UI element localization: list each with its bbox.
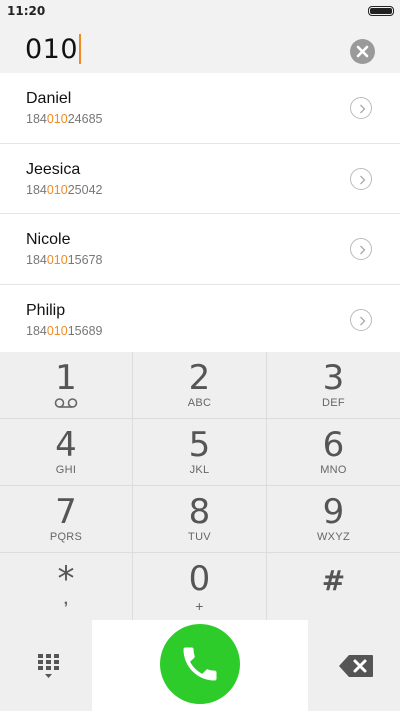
phone-icon [183,647,217,681]
number-match: 010 [46,112,68,126]
dialpad-toggle-button[interactable] [0,620,92,711]
key-star[interactable]: * , [0,553,133,620]
contact-name: Nicole [26,231,71,248]
key-digit: # [321,564,346,597]
chevron-right-circle-icon[interactable] [350,167,372,190]
dialpad-grid-icon [38,654,59,678]
key-letters: TUV [188,531,211,543]
number-match: 010 [46,182,68,197]
chevron-right-circle-icon[interactable] [350,97,372,119]
key-9[interactable]: 9 WXYZ [267,486,400,553]
key-4[interactable]: 4 GHI [0,419,133,486]
battery-icon [368,6,394,16]
contact-number: 18401025042 [26,183,102,197]
key-2[interactable]: 2 ABC [133,352,267,419]
key-digit: 6 [322,425,345,465]
key-8[interactable]: 8 TUV [133,486,267,553]
bottom-action-bar [0,620,400,711]
key-letters: GHI [55,464,77,476]
key-hash[interactable]: # [267,553,400,620]
key-digit: 1 [55,358,77,398]
list-item[interactable]: Daniel 18401024685 [0,73,400,144]
dial-number-value: 010 [25,34,79,65]
number-start: 184 [26,182,47,197]
key-letters: PQRS [49,531,83,543]
key-1[interactable]: 1 [0,352,133,419]
key-letters: , [63,591,69,608]
dial-number-field[interactable]: 010 [25,34,81,65]
key-letters: + [195,598,204,614]
list-item[interactable]: Philip 18401015689 [0,284,400,355]
backspace-button[interactable] [308,620,400,711]
key-letters: DEF [322,397,345,409]
key-digit: 4 [55,425,77,465]
dial-input-bar: 010 [0,22,400,73]
contact-number: 18401024685 [26,112,102,126]
key-digit: 8 [188,492,211,532]
number-start: 184 [26,323,47,338]
key-letters: WXYZ [317,531,350,543]
number-end: 24685 [67,112,103,126]
chevron-right-circle-icon[interactable] [350,308,372,331]
chevron-right-circle-icon[interactable] [350,238,372,260]
key-digit: 3 [322,358,345,398]
contact-number: 18401015689 [26,324,102,338]
key-letters: ABC [187,397,212,409]
clear-button[interactable] [350,39,375,64]
contact-name: Jeesica [26,160,81,178]
status-bar: 11:20 [0,0,400,22]
key-digit: 5 [188,425,211,465]
number-start: 184 [26,112,47,126]
key-7[interactable]: 7 PQRS [0,486,133,553]
key-digit: 9 [322,492,345,532]
key-digit: 2 [188,358,211,398]
number-end: 15678 [67,253,103,267]
number-start: 184 [26,253,47,267]
call-button[interactable] [160,624,240,704]
list-item[interactable]: Jeesica 18401025042 [0,143,400,214]
backspace-icon [339,655,373,677]
number-match: 010 [46,253,68,267]
key-3[interactable]: 3 DEF [267,352,400,419]
key-0[interactable]: 0 + [133,553,267,620]
key-digit: 0 [188,559,211,599]
key-5[interactable]: 5 JKL [133,419,267,486]
number-end: 25042 [67,182,103,197]
key-6[interactable]: 6 MNO [267,419,400,486]
key-letters: MNO [320,464,347,476]
contact-number: 18401015678 [26,253,102,267]
contact-name: Daniel [26,90,72,107]
number-match: 010 [46,323,68,338]
key-digit: 7 [55,492,77,532]
dialpad: 1 2 ABC 3 DEF 4 GHI 5 JKL 6 MNO 7 PQRS 8… [0,352,400,620]
voicemail-icon [54,398,78,408]
contact-results-list: Daniel 18401024685 Jeesica 18401025042 N… [0,73,400,355]
list-item[interactable]: Nicole 18401015678 [0,214,400,285]
contact-name: Philip [26,301,66,319]
number-end: 15689 [67,323,103,338]
status-time: 11:20 [7,4,46,18]
key-letters: JKL [189,464,210,476]
text-cursor [79,34,81,64]
clear-circle-icon [356,45,369,58]
